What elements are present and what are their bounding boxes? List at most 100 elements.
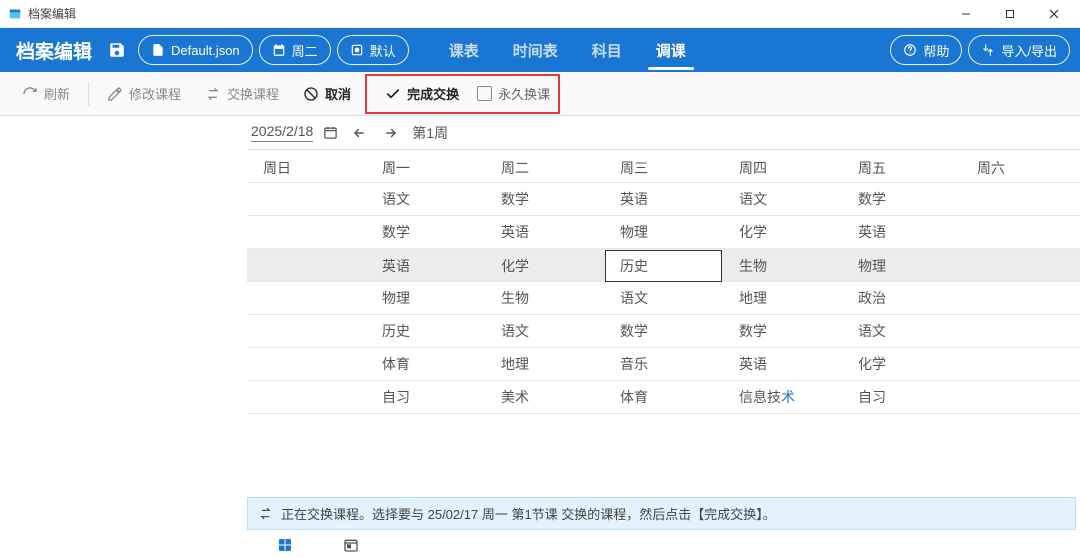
schedule-cell[interactable]: 地理 — [485, 348, 604, 380]
save-button[interactable] — [102, 35, 132, 65]
schedule-cell[interactable]: 数学 — [366, 216, 485, 248]
schedule-cell[interactable]: 英语 — [604, 183, 723, 215]
profile-chip[interactable]: 默认 — [337, 35, 409, 65]
schedule-cell — [961, 226, 1080, 238]
schedule-cell[interactable]: 英语 — [366, 250, 485, 282]
schedule-cell[interactable]: 数学 — [842, 183, 961, 215]
schedule-cell[interactable]: 数学 — [604, 315, 723, 347]
window-controls — [944, 0, 1076, 28]
schedule-cell[interactable]: 数学 — [485, 183, 604, 215]
grid-view-icon[interactable] — [277, 537, 293, 553]
import-export-button[interactable]: 导入/导出 — [968, 35, 1070, 65]
schedule-cell[interactable]: 历史 — [605, 250, 722, 282]
header-mon: 周一 — [366, 150, 485, 186]
file-chip[interactable]: Default.json — [138, 35, 253, 65]
schedule-cell[interactable]: 化学 — [485, 250, 604, 282]
schedule-cell — [247, 325, 366, 337]
schedule-cell[interactable]: 英语 — [485, 216, 604, 248]
schedule-cell[interactable]: 物理 — [842, 250, 961, 282]
toolbar: 刷新 修改课程 交换课程 取消 完成交换 永久换课 — [0, 72, 1080, 116]
schedule-cell — [961, 193, 1080, 205]
schedule-cell — [247, 391, 366, 403]
footer-icons — [247, 532, 1080, 558]
tab-timetable[interactable]: 时间表 — [505, 28, 566, 72]
window-titlebar: 档案编辑 — [0, 0, 1080, 28]
permanent-swap-checkbox[interactable]: 永久换课 — [477, 84, 550, 103]
date-navigation: 2025/2/18 第1周 — [247, 116, 1080, 150]
schedule-cell[interactable]: 信息技术 — [723, 381, 842, 413]
schedule-cell[interactable]: 生物 — [485, 282, 604, 314]
tab-schedule[interactable]: 课表 — [441, 28, 487, 72]
prev-week-button[interactable] — [348, 124, 370, 142]
header-fri: 周五 — [842, 150, 961, 186]
header-sun: 周日 — [247, 150, 366, 186]
schedule-cell — [961, 358, 1080, 370]
schedule-cell[interactable]: 音乐 — [604, 348, 723, 380]
schedule-cell[interactable]: 化学 — [723, 216, 842, 248]
maximize-button[interactable] — [988, 0, 1032, 28]
schedule-cell[interactable]: 数学 — [723, 315, 842, 347]
calendar-icon[interactable] — [323, 125, 338, 140]
schedule-cell[interactable]: 英语 — [842, 216, 961, 248]
app-header: 档案编辑 Default.json 周二 默认 课表 时间表 科目 调课 帮助 … — [0, 28, 1080, 72]
schedule-cell — [961, 292, 1080, 304]
header-sat: 周六 — [961, 150, 1080, 186]
schedule-row: 英语化学历史生物物理 — [247, 249, 1080, 282]
edit-course-label: 修改课程 — [129, 84, 181, 103]
schedule-cell[interactable]: 语文 — [723, 183, 842, 215]
schedule-cell[interactable]: 物理 — [604, 216, 723, 248]
schedule-cell[interactable]: 物理 — [366, 282, 485, 314]
schedule-cell[interactable]: 生物 — [723, 250, 842, 282]
window-title: 档案编辑 — [28, 5, 76, 22]
schedule-cell[interactable]: 语文 — [842, 315, 961, 347]
schedule-cell[interactable]: 语文 — [604, 282, 723, 314]
day-chip-label: 周二 — [292, 41, 318, 60]
schedule-cell[interactable]: 化学 — [842, 348, 961, 380]
schedule-cell[interactable]: 自习 — [842, 381, 961, 413]
next-week-button[interactable] — [380, 124, 402, 142]
schedule-cell[interactable]: 英语 — [723, 348, 842, 380]
help-button[interactable]: 帮助 — [890, 35, 962, 65]
refresh-button[interactable]: 刷新 — [12, 78, 80, 110]
edit-course-button[interactable]: 修改课程 — [97, 78, 191, 110]
schedule-cell[interactable]: 政治 — [842, 282, 961, 314]
schedule-cell — [247, 358, 366, 370]
schedule-row: 物理生物语文地理政治 — [247, 282, 1080, 315]
content-pane: 2025/2/18 第1周 周日 周一 周二 周三 周四 周五 周六 语文数 — [247, 116, 1080, 558]
schedule-cell[interactable]: 体育 — [604, 381, 723, 413]
header-tabs: 课表 时间表 科目 调课 — [433, 28, 702, 72]
schedule-cell — [961, 260, 1080, 272]
header-tue: 周二 — [485, 150, 604, 186]
schedule-cell[interactable]: 美术 — [485, 381, 604, 413]
minimize-button[interactable] — [944, 0, 988, 28]
status-bar: 正在交换课程。选择要与 25/02/17 周一 第1节课 交换的课程，然后点击【… — [247, 497, 1076, 530]
schedule-cell[interactable]: 语文 — [485, 315, 604, 347]
swap-course-button[interactable]: 交换课程 — [195, 78, 289, 110]
today-icon[interactable] — [343, 537, 359, 553]
date-display[interactable]: 2025/2/18 — [251, 123, 313, 142]
tab-swap[interactable]: 调课 — [648, 28, 694, 72]
toolbar-separator — [88, 82, 89, 106]
complete-swap-label: 完成交换 — [407, 84, 459, 103]
complete-swap-button[interactable]: 完成交换 — [375, 78, 469, 110]
schedule-cell[interactable]: 体育 — [366, 348, 485, 380]
main-area: 2025/2/18 第1周 周日 周一 周二 周三 周四 周五 周六 语文数 — [0, 116, 1080, 558]
left-gutter — [0, 116, 247, 558]
close-button[interactable] — [1032, 0, 1076, 28]
tab-subjects[interactable]: 科目 — [584, 28, 630, 72]
day-chip[interactable]: 周二 — [259, 35, 331, 65]
cancel-button[interactable]: 取消 — [293, 78, 361, 110]
schedule-row: 自习美术体育信息技术自习 — [247, 381, 1080, 414]
schedule-cell — [247, 260, 366, 272]
swap-icon — [258, 506, 273, 521]
schedule-cell — [247, 292, 366, 304]
import-export-label: 导入/导出 — [1001, 41, 1057, 60]
schedule-header-row: 周日 周一 周二 周三 周四 周五 周六 — [247, 150, 1080, 183]
schedule-cell[interactable]: 地理 — [723, 282, 842, 314]
schedule-cell[interactable]: 自习 — [366, 381, 485, 413]
schedule-cell[interactable]: 历史 — [366, 315, 485, 347]
header-wed: 周三 — [604, 150, 723, 186]
schedule-row: 语文数学英语语文数学 — [247, 183, 1080, 216]
schedule-cell[interactable]: 语文 — [366, 183, 485, 215]
status-message: 正在交换课程。选择要与 25/02/17 周一 第1节课 交换的课程，然后点击【… — [281, 504, 776, 523]
